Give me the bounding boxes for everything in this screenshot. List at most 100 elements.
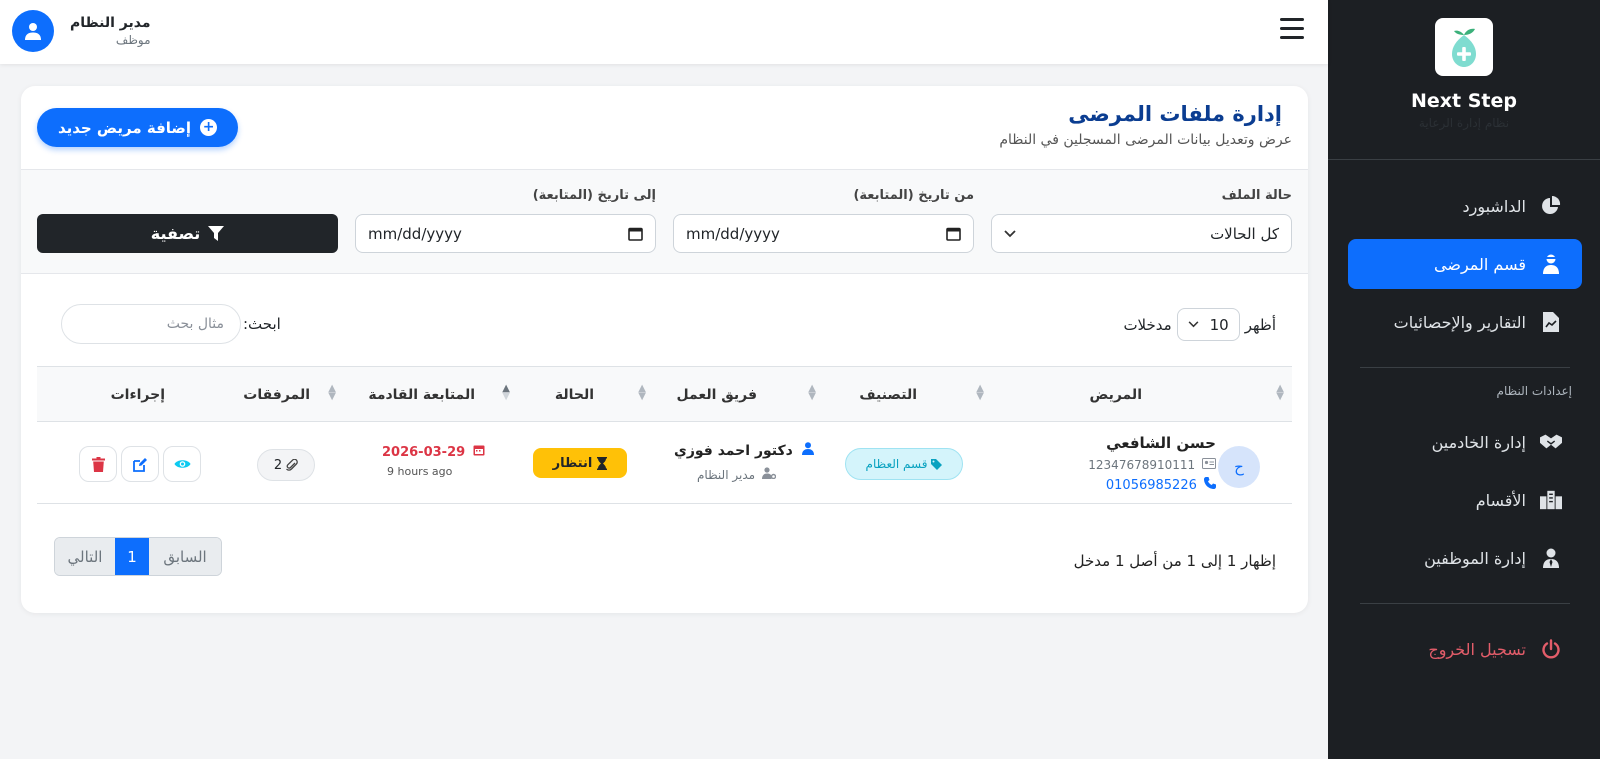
column-header-attachments[interactable]: المرفقات: [243, 367, 310, 423]
search-label: ابحث:: [243, 315, 281, 333]
view-button[interactable]: [163, 446, 201, 482]
to-date-placeholder: mm/dd/yyyy: [368, 224, 462, 243]
column-header-category[interactable]: التصنيف: [859, 367, 917, 423]
sidebar-item-servants[interactable]: إدارة الخادمين: [1348, 417, 1582, 467]
filter-button[interactable]: تصفية: [37, 214, 338, 253]
team-role-label: مدير النظام: [697, 468, 756, 482]
eye-icon: [174, 460, 190, 468]
sidebar-item-label: التقارير والإحصائيات: [1393, 312, 1526, 332]
from-date-label: من تاريخ (المتابعة): [853, 188, 974, 203]
column-header-next-followup[interactable]: المتابعة القادمة: [368, 367, 475, 423]
column-header-team[interactable]: فريق العمل: [677, 367, 757, 423]
nav-divider: [1360, 367, 1570, 368]
pagination-page-1[interactable]: 1: [115, 538, 149, 575]
edit-icon: [132, 457, 147, 472]
patient-phone-link[interactable]: 01056985226: [1106, 477, 1216, 493]
hourglass-icon: [597, 456, 608, 470]
pagination: التالي 1 السابق: [54, 537, 222, 576]
next-followup-relative: 9 hours ago: [387, 465, 453, 478]
plus-circle-icon: +: [200, 119, 218, 136]
sidebar-item-label: الداشبورد: [1462, 196, 1526, 216]
calendar-icon: [473, 445, 485, 456]
patient-name: حسن الشافعي: [1106, 434, 1216, 452]
sidebar-item-label: إدارة الخادمين: [1431, 432, 1526, 452]
delete-button[interactable]: [79, 446, 117, 482]
calendar-icon: [628, 227, 643, 241]
sidebar-item-label: تسجيل الخروج: [1428, 639, 1526, 659]
status-badge: انتظار: [533, 448, 627, 478]
team-member-role: مدير النظام: [697, 467, 777, 482]
id-card-icon: [1202, 458, 1216, 469]
column-header-patient[interactable]: المريض: [1089, 367, 1142, 423]
entries-label: مدخلات: [1123, 315, 1172, 334]
trash-icon: [91, 456, 105, 472]
pagination-prev[interactable]: السابق: [149, 538, 221, 575]
next-followup-value: 2026-03-29: [382, 445, 466, 460]
patients-table: المريض ▲ ▼ التصنيف ▲ ▼ فريق العمل ▲ ▼ الحال…: [37, 360, 1292, 504]
menu-toggle-icon[interactable]: [1280, 18, 1304, 40]
user-tie-icon: [1540, 547, 1562, 569]
patients-card: إدارة ملفات المرضى عرض وتعديل بيانات الم…: [21, 86, 1308, 613]
from-date-input[interactable]: mm/dd/yyyy: [673, 214, 974, 253]
add-patient-button[interactable]: + إضافة مريض جديد: [37, 108, 238, 147]
paperclip-icon: [286, 458, 299, 471]
chevron-down-icon: [1004, 229, 1016, 237]
user-menu[interactable]: مدير النظام موظف: [12, 10, 151, 52]
pagination-next[interactable]: التالي: [55, 538, 115, 575]
sidebar-item-reports[interactable]: التقارير والإحصائيات: [1348, 297, 1582, 347]
brand-subtitle: نظام إدارة الرعاية: [1418, 116, 1510, 130]
logo-icon[interactable]: [1435, 18, 1493, 76]
from-date-placeholder: mm/dd/yyyy: [686, 224, 780, 243]
sort-icon: ▲ ▼: [976, 383, 984, 402]
phone-value: 01056985226: [1105, 478, 1197, 493]
sidebar-item-employees[interactable]: إدارة الموظفين: [1348, 533, 1582, 583]
page-length-select[interactable]: 10: [1176, 308, 1240, 341]
user-gear-icon: [761, 467, 777, 480]
search-control: ابحث: مثال بحث: [61, 304, 281, 344]
attachments-count: 2: [273, 457, 283, 473]
sidebar-item-label: قسم المرضى: [1434, 254, 1526, 274]
file-report-icon: [1540, 311, 1562, 333]
sidebar-item-patients[interactable]: قسم المرضى: [1348, 239, 1582, 289]
sidebar-item-dashboard[interactable]: الداشبورد: [1348, 181, 1582, 231]
brand-name: Next Step: [1411, 90, 1517, 112]
status-filter-select[interactable]: كل الحالات: [991, 214, 1292, 253]
calendar-icon: [946, 227, 961, 241]
to-date-label: إلى تاريخ (المتابعة): [532, 188, 656, 203]
tag-icon: [931, 458, 943, 470]
status-filter-value: كل الحالات: [1210, 224, 1279, 243]
filters-bar: حالة الملف من تاريخ (المتابعة) إلى تاريخ…: [21, 170, 1308, 274]
brand: Next Step نظام إدارة الرعاية: [1328, 0, 1600, 160]
national-id-value: 12347678910111: [1088, 458, 1196, 472]
power-icon: [1540, 638, 1562, 660]
search-input[interactable]: مثال بحث: [61, 304, 241, 344]
sort-asc-icon: ▲ ▼: [502, 383, 510, 402]
team-member-name: دكتور احمد فوزي: [674, 442, 814, 459]
nav-section-label: إعدادات النظام: [1496, 384, 1572, 398]
add-patient-label: إضافة مريض جديد: [57, 118, 192, 137]
patient-avatar: ح: [1218, 446, 1260, 488]
building-icon: [1540, 489, 1562, 511]
sort-icon: ▲ ▼: [1276, 383, 1284, 402]
sort-icon: ▲ ▼: [808, 383, 816, 402]
sidebar-item-departments[interactable]: الأقسام: [1348, 475, 1582, 525]
page-subtitle: عرض وتعديل بيانات المرضى المسجلين في الن…: [999, 132, 1292, 148]
sidebar: Next Step نظام إدارة الرعاية الداشبورد ق…: [1328, 0, 1600, 759]
table-row: ح حسن الشافعي 12347678910111 01056985226…: [37, 422, 1292, 504]
edit-button[interactable]: [121, 446, 159, 482]
status-label: انتظار: [552, 455, 593, 471]
table-info: إظهار 1 إلى 1 من أصل 1 مدخل: [1073, 552, 1276, 570]
to-date-input[interactable]: mm/dd/yyyy: [355, 214, 656, 253]
user-role: موظف: [115, 33, 151, 47]
page-length-value: 10: [1209, 315, 1229, 334]
sidebar-item-logout[interactable]: تسجيل الخروج: [1348, 624, 1582, 674]
attachments-badge[interactable]: 2: [257, 449, 315, 481]
show-label: أظهر: [1244, 315, 1276, 334]
sort-icon: ▲ ▼: [328, 383, 336, 402]
sidebar-item-label: إدارة الموظفين: [1424, 548, 1526, 568]
category-label: قسم العظام: [865, 457, 928, 471]
category-badge: قسم العظام: [845, 448, 963, 480]
column-header-status[interactable]: الحالة: [555, 367, 594, 423]
patient-national-id: 12347678910111: [1088, 458, 1216, 472]
handshake-icon: [1540, 431, 1562, 453]
